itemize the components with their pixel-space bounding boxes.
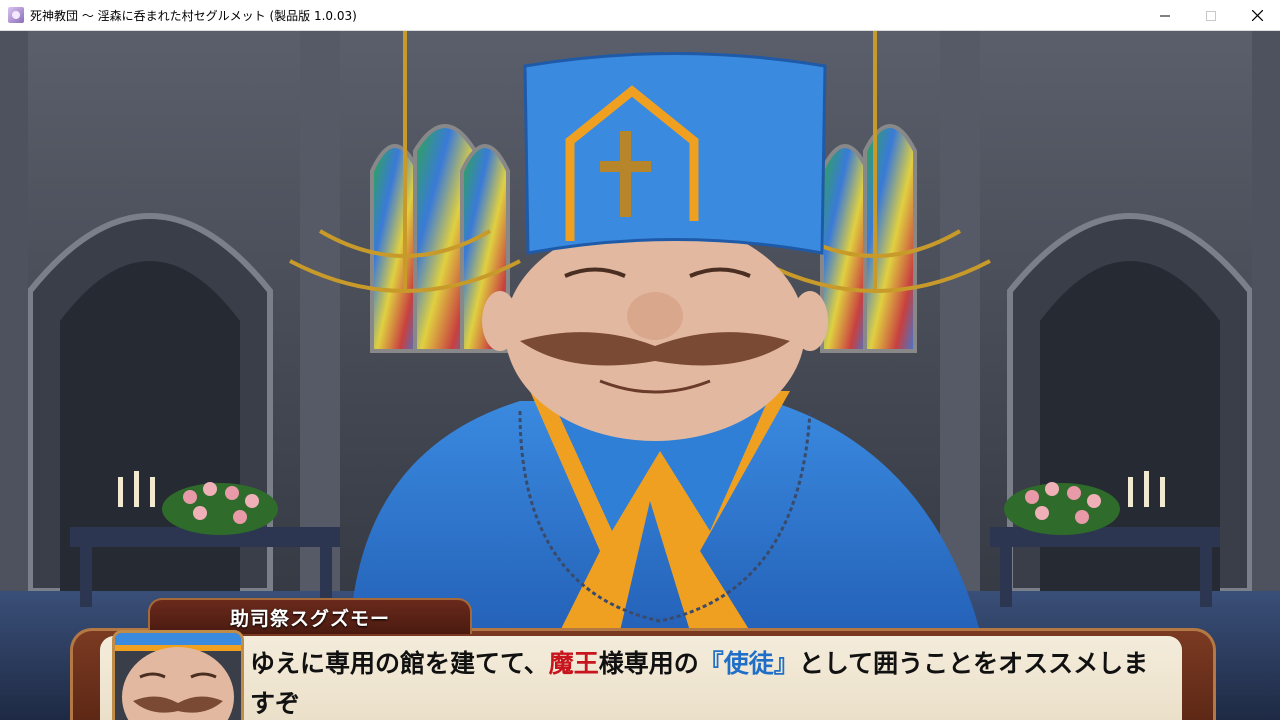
minimize-button[interactable] <box>1142 0 1188 31</box>
dialog-line-part2: 様専用の <box>598 649 699 678</box>
window-controls <box>1142 0 1280 31</box>
portrait-face-image <box>115 633 241 720</box>
game-scene[interactable]: 助司祭スグズモー ゆえに専用の館を建てて、魔王様専用の『使徒』として囲うことをオ… <box>0 31 1280 720</box>
maximize-icon <box>1206 10 1216 21</box>
dialog-keyword-shito: 『使徒』 <box>698 649 799 678</box>
speaker-name: 助司祭スグズモー <box>229 607 390 630</box>
dialog-line-part3: として囲うことをオススメしま <box>798 649 1149 678</box>
dialog-line-part4: すぞ <box>250 689 301 718</box>
close-button[interactable] <box>1234 0 1280 31</box>
close-icon <box>1251 10 1263 21</box>
window-titlebar[interactable]: 死神教団 ～ 淫森に呑まれた村セグルメット (製品版 1.0.03) <box>0 0 1280 31</box>
app-icon <box>8 7 24 23</box>
dialog-text: ゆえに専用の館を建てて、魔王様専用の『使徒』として囲うことをオススメしますぞ <box>250 644 1170 720</box>
maximize-button[interactable] <box>1188 0 1234 31</box>
speaker-portrait <box>112 630 244 720</box>
dialog-keyword-maou: 魔王 <box>548 649 599 678</box>
minimize-icon <box>1160 15 1170 16</box>
window-title: 死神教団 ～ 淫森に呑まれた村セグルメット (製品版 1.0.03) <box>30 8 357 23</box>
dialog-line-part1: ゆえに専用の館を建てて、 <box>250 649 549 678</box>
speaker-nameplate: 助司祭スグズモー <box>148 598 472 634</box>
